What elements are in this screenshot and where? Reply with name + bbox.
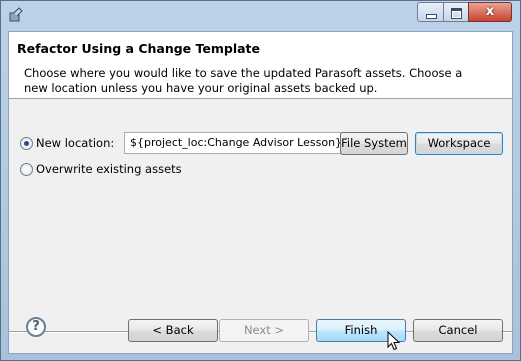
minimize-button[interactable]	[417, 2, 444, 22]
maximize-button[interactable]	[443, 2, 469, 22]
back-button[interactable]: < Back	[128, 319, 218, 342]
location-input[interactable]: ${project_loc:Change Advisor Lesson}	[124, 132, 341, 154]
title-bar[interactable]: x	[1, 1, 520, 31]
close-icon: x	[485, 4, 495, 19]
workspace-button[interactable]: Workspace	[415, 132, 503, 155]
overwrite-label[interactable]: Overwrite existing assets	[36, 162, 182, 176]
description-line-2: new location unless you have your origin…	[24, 81, 378, 95]
close-button[interactable]: x	[468, 2, 512, 22]
file-system-button[interactable]: File System	[340, 132, 408, 155]
cancel-button[interactable]: Cancel	[413, 319, 503, 342]
header-banner: Refactor Using a Change Template Choose …	[9, 32, 512, 99]
page-title: Refactor Using a Change Template	[17, 41, 260, 56]
new-location-label[interactable]: New location:	[36, 136, 114, 150]
overwrite-radio[interactable]	[20, 163, 33, 176]
mouse-cursor-icon	[387, 331, 401, 351]
help-icon[interactable]: ?	[26, 317, 46, 337]
description-text: Choose where you would like to save the …	[24, 66, 479, 98]
new-location-radio[interactable]	[20, 137, 33, 150]
dialog-content: Refactor Using a Change Template Choose …	[8, 31, 513, 354]
dialog-window: x Refactor Using a Change Template Choos…	[0, 0, 521, 361]
app-icon	[9, 7, 23, 22]
description-line-1: Choose where you would like to save the …	[24, 66, 463, 80]
next-button[interactable]: Next >	[219, 319, 309, 342]
